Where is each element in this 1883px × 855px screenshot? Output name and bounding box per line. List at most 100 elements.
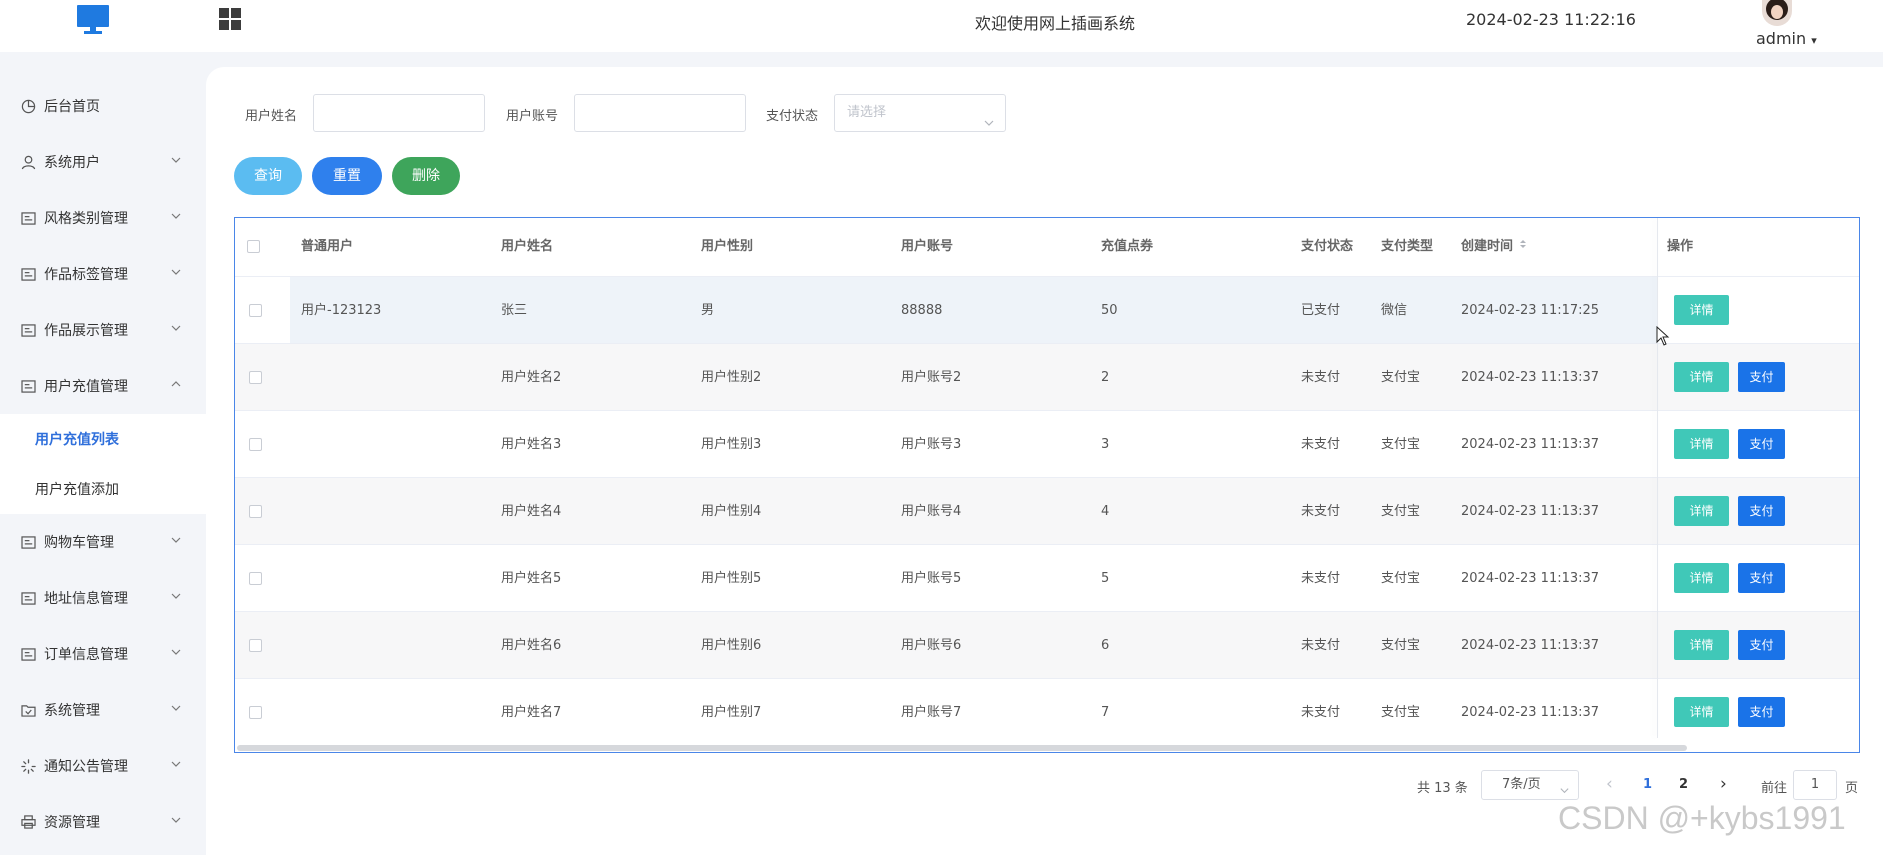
pay-button[interactable]: 支付 — [1738, 563, 1785, 593]
table-row[interactable]: 用户姓名7 用户性别7 用户账号7 7 未支付 支付宝 2024-02-23 1… — [235, 678, 1859, 746]
pay-button[interactable]: 支付 — [1738, 697, 1785, 727]
cell-name: 用户姓名2 — [501, 370, 562, 385]
sidebar-item-orders[interactable]: 订单信息管理 — [0, 626, 206, 682]
cell-account: 用户账号3 — [901, 437, 962, 452]
monitor-logo-icon[interactable] — [77, 5, 109, 35]
delete-button[interactable]: 删除 — [392, 157, 460, 195]
sidebar: 后台首页 系统用户 风格类别管理 作品标签管理 作品展示管理 用户充值管理 用户… — [0, 52, 206, 855]
sidebar-item-address[interactable]: 地址信息管理 — [0, 570, 206, 626]
table-row[interactable]: 用户姓名6 用户性别6 用户账号6 6 未支付 支付宝 2024-02-23 1… — [235, 611, 1859, 679]
table-row[interactable]: 用户姓名2 用户性别2 用户账号2 2 未支付 支付宝 2024-02-23 1… — [235, 343, 1859, 411]
cell-gender: 用户性别6 — [701, 638, 762, 653]
cell-status: 未支付 — [1301, 504, 1341, 519]
detail-button[interactable]: 详情 — [1674, 630, 1729, 660]
query-button[interactable]: 查询 — [234, 157, 302, 195]
cell-created: 2024-02-23 11:13:37 — [1461, 370, 1600, 385]
cell-created: 2024-02-23 11:13:37 — [1461, 705, 1600, 720]
cell-account: 88888 — [901, 303, 943, 318]
table-row[interactable]: 用户姓名3 用户性别3 用户账号3 3 未支付 支付宝 2024-02-23 1… — [235, 410, 1859, 478]
user-name-input[interactable] — [313, 94, 485, 132]
sort-icon[interactable] — [1518, 239, 1528, 254]
detail-button[interactable]: 详情 — [1674, 429, 1729, 459]
cell-created: 2024-02-23 11:13:37 — [1461, 504, 1600, 519]
cell-type: 支付宝 — [1381, 504, 1421, 519]
row-checkbox[interactable] — [249, 371, 262, 384]
detail-button[interactable]: 详情 — [1674, 496, 1729, 526]
table-row[interactable]: 用户-123123 张三 男 88888 50 已支付 微信 2024-02-2… — [235, 276, 1859, 344]
cell-type: 支付宝 — [1381, 370, 1421, 385]
sidebar-item-system-users[interactable]: 系统用户 — [0, 134, 206, 190]
sidebar-subitem-recharge-list[interactable]: 用户充值列表 — [0, 414, 206, 464]
column-header: 用户账号 — [901, 239, 954, 254]
watermark: CSDN @+kybs1991 — [1558, 800, 1846, 836]
pay-button[interactable]: 支付 — [1738, 630, 1785, 660]
sidebar-item-work-display[interactable]: 作品展示管理 — [0, 302, 206, 358]
detail-button[interactable]: 详情 — [1674, 697, 1729, 727]
cell-gender: 用户性别4 — [701, 504, 762, 519]
user-menu[interactable]: admin ▾ — [1756, 29, 1817, 48]
avatar[interactable] — [1762, 0, 1792, 26]
cell-account: 用户账号5 — [901, 571, 962, 586]
prev-page-button[interactable]: ‹ — [1606, 774, 1613, 794]
row-checkbox[interactable] — [249, 639, 262, 652]
detail-button[interactable]: 详情 — [1674, 362, 1729, 392]
column-header: 用户性别 — [701, 239, 754, 254]
chevron-down-icon — [170, 534, 182, 546]
cell-name: 用户姓名3 — [501, 437, 562, 452]
row-checkbox[interactable] — [249, 304, 262, 317]
cell-created: 2024-02-23 11:17:25 — [1461, 303, 1600, 318]
user-account-input[interactable] — [574, 94, 746, 132]
cell-account: 用户账号7 — [901, 705, 962, 720]
cell-created: 2024-02-23 11:13:37 — [1461, 638, 1600, 653]
row-checkbox[interactable] — [249, 706, 262, 719]
cell-status: 未支付 — [1301, 638, 1341, 653]
column-header-created-time[interactable]: 创建时间 — [1461, 218, 1528, 276]
page-size-select[interactable]: 7条/页 — [1481, 770, 1579, 800]
sidebar-item-user-recharge[interactable]: 用户充值管理 — [0, 358, 206, 414]
form-icon — [20, 322, 36, 338]
sidebar-item-notices[interactable]: 通知公告管理 — [0, 738, 206, 794]
pay-button[interactable]: 支付 — [1738, 429, 1785, 459]
sidebar-item-resources[interactable]: 资源管理 — [0, 794, 206, 850]
cell-status: 未支付 — [1301, 437, 1341, 452]
next-page-button[interactable]: › — [1720, 774, 1727, 794]
reset-button[interactable]: 重置 — [312, 157, 382, 195]
sidebar-item-cart[interactable]: 购物车管理 — [0, 514, 206, 570]
sidebar-item-system[interactable]: 系统管理 — [0, 682, 206, 738]
sidebar-item-style-category[interactable]: 风格类别管理 — [0, 190, 206, 246]
detail-button[interactable]: 详情 — [1674, 563, 1729, 593]
menu-grid-icon[interactable] — [219, 8, 241, 30]
form-icon — [20, 534, 36, 550]
row-checkbox[interactable] — [249, 572, 262, 585]
cell-points: 4 — [1101, 504, 1110, 519]
goto-page-input[interactable]: 1 — [1793, 770, 1837, 800]
printer-icon — [20, 814, 36, 830]
table-row[interactable]: 用户姓名4 用户性别4 用户账号4 4 未支付 支付宝 2024-02-23 1… — [235, 477, 1859, 545]
cell-gender: 用户性别2 — [701, 370, 762, 385]
page-suffix-label: 页 — [1845, 781, 1859, 796]
row-checkbox[interactable] — [249, 438, 262, 451]
sidebar-item-label: 后台首页 — [44, 99, 100, 115]
filter-pay-status-label: 支付状态 — [766, 109, 819, 124]
page-1-button[interactable]: 1 — [1643, 777, 1652, 792]
table-row[interactable]: 用户姓名5 用户性别5 用户账号5 5 未支付 支付宝 2024-02-23 1… — [235, 544, 1859, 612]
sidebar-item-label: 用户充值管理 — [44, 379, 128, 395]
cell-type: 支付宝 — [1381, 705, 1421, 720]
sidebar-subitem-recharge-add[interactable]: 用户充值添加 — [0, 464, 206, 514]
sidebar-item-work-tags[interactable]: 作品标签管理 — [0, 246, 206, 302]
pay-button[interactable]: 支付 — [1738, 496, 1785, 526]
pie-chart-icon — [20, 98, 36, 114]
page-size-value: 7条/页 — [1502, 777, 1541, 792]
sidebar-item-dashboard[interactable]: 后台首页 — [0, 78, 206, 134]
chevron-down-icon — [983, 108, 995, 144]
pay-button[interactable]: 支付 — [1738, 362, 1785, 392]
detail-button[interactable]: 详情 — [1674, 295, 1729, 325]
row-checkbox[interactable] — [249, 505, 262, 518]
chevron-down-icon — [170, 814, 182, 826]
sidebar-item-label: 地址信息管理 — [44, 591, 128, 607]
page-2-button[interactable]: 2 — [1679, 777, 1688, 792]
select-all-checkbox[interactable] — [247, 240, 260, 253]
horizontal-scrollbar[interactable] — [237, 745, 1687, 751]
pay-status-select[interactable]: 请选择 — [834, 94, 1006, 132]
column-header: 操作 — [1667, 239, 1694, 254]
